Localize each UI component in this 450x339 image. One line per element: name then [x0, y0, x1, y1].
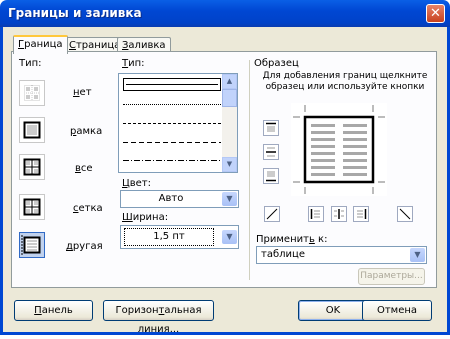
- line-style-item-dash-dot[interactable]: [123, 154, 221, 167]
- border-custom-icon: [21, 235, 41, 255]
- border-all-icon: [23, 158, 41, 176]
- horizontal-line-button[interactable]: Горизонтальная линия...: [103, 300, 214, 335]
- width-dropdown[interactable]: 1,5 пт ▼: [120, 225, 239, 249]
- preview-hint: Для добавления границ щелкните образец и…: [262, 71, 428, 92]
- title-bar: Границы и заливка ✕: [0, 0, 450, 27]
- color-value: Авто: [158, 193, 184, 204]
- window-title: Границы и заливка: [8, 6, 142, 20]
- column-divider: [249, 60, 250, 280]
- tab-shading-label: аливка: [128, 40, 166, 51]
- border-top-icon: [266, 122, 276, 132]
- diagonal-up-icon: [266, 208, 278, 220]
- close-icon: ✕: [430, 6, 441, 21]
- apply-to-value: таблице: [261, 249, 305, 260]
- setting-none-button[interactable]: [19, 80, 45, 106]
- line-style-item-dotted[interactable]: [123, 98, 221, 111]
- width-dropdown-button[interactable]: ▼: [222, 230, 237, 244]
- color-dropdown[interactable]: Авто ▼: [120, 190, 239, 208]
- top-border-button[interactable]: [263, 120, 279, 136]
- preview-area[interactable]: [291, 103, 387, 196]
- chevron-down-icon: ▼: [226, 232, 233, 241]
- style-label: Тип:: [122, 58, 145, 69]
- scroll-thumb[interactable]: [222, 89, 237, 107]
- border-left-icon: [310, 209, 320, 219]
- color-label: Цвет:: [122, 178, 152, 189]
- setting-grid-label: сетка: [73, 203, 103, 214]
- setting-all-button[interactable]: [19, 154, 45, 180]
- tab-border[interactable]: Граница: [13, 35, 68, 54]
- line-style-list[interactable]: ▲ ▼: [118, 73, 238, 173]
- bottom-border-button[interactable]: [263, 168, 279, 184]
- apply-to-label: Применить к:: [256, 234, 328, 245]
- border-right-icon: [357, 209, 367, 219]
- setting-grid-button[interactable]: [19, 194, 45, 220]
- border-bottom-icon: [266, 171, 276, 182]
- color-dropdown-button[interactable]: ▼: [222, 192, 237, 206]
- ok-button[interactable]: OK: [298, 300, 368, 321]
- toolbar-panel-button[interactable]: Панель: [14, 300, 93, 321]
- border-inside-horizontal-icon: [266, 147, 276, 157]
- left-border-button[interactable]: [308, 206, 324, 222]
- line-style-item-dash[interactable]: [123, 136, 221, 149]
- arrow-up-icon: ▲: [226, 77, 233, 85]
- scroll-down-button[interactable]: ▼: [222, 157, 237, 172]
- diagonal-down-border-button[interactable]: [397, 206, 413, 222]
- setting-custom-label: другая: [66, 241, 103, 252]
- setting-none-label: нет: [73, 87, 92, 98]
- setting-label: Тип:: [19, 58, 42, 69]
- cancel-button[interactable]: Отмена: [362, 300, 432, 321]
- border-box-icon: [23, 121, 41, 139]
- width-value: 1,5 пт: [124, 228, 214, 246]
- setting-box-label: рамка: [70, 126, 103, 137]
- inside-vertical-border-button[interactable]: [331, 206, 347, 222]
- apply-to-dropdown[interactable]: таблице ▼: [256, 246, 427, 264]
- chevron-down-icon: ▼: [226, 194, 233, 203]
- list-scrollbar[interactable]: ▲ ▼: [222, 74, 237, 172]
- diagonal-down-icon: [399, 208, 411, 220]
- preview-label: Образец: [254, 58, 299, 69]
- tab-border-label: раница: [24, 39, 63, 50]
- right-border-button[interactable]: [353, 206, 369, 222]
- tab-page-label: траница: [75, 40, 121, 51]
- border-inside-vertical-icon: [334, 209, 344, 219]
- setting-box-button[interactable]: [19, 117, 45, 143]
- close-button[interactable]: ✕: [426, 4, 445, 23]
- line-style-item-solid[interactable]: [123, 78, 221, 91]
- inside-horizontal-border-button[interactable]: [263, 144, 279, 160]
- apply-to-dropdown-button[interactable]: ▼: [410, 248, 425, 262]
- table-preview-graphic: [293, 105, 385, 194]
- border-grid-icon: [23, 198, 41, 216]
- scroll-up-button[interactable]: ▲: [222, 74, 237, 89]
- options-button[interactable]: Параметры...: [358, 268, 425, 285]
- setting-custom-button[interactable]: [19, 232, 45, 258]
- tab-page-accel: С: [69, 40, 76, 51]
- arrow-down-icon: ▼: [226, 160, 233, 168]
- diagonal-up-border-button[interactable]: [264, 206, 280, 222]
- width-label: Ширина:: [122, 212, 169, 223]
- line-style-item-small-dash[interactable]: [123, 117, 221, 130]
- setting-all-label: все: [75, 163, 93, 174]
- chevron-down-icon: ▼: [414, 250, 421, 259]
- border-none-icon: [24, 85, 40, 101]
